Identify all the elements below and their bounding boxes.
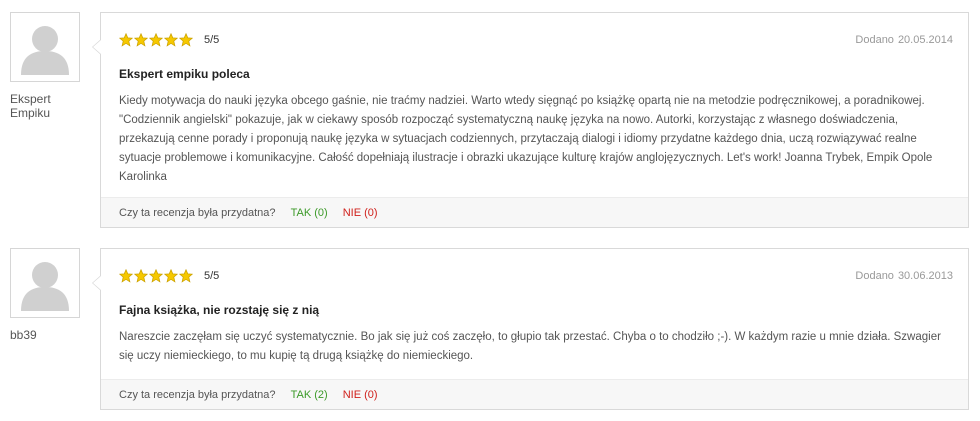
star-icon [134,269,148,283]
helpful-yes-link[interactable]: TAK (0) [291,207,328,219]
review-date: Dodano 30.06.2013 [855,269,953,283]
star-icon [164,269,178,283]
star-icon [149,269,163,283]
date-prefix: Dodano [855,34,894,46]
speech-arrow [92,275,101,291]
star-icon [164,33,178,47]
helpful-no-link[interactable]: NIE (0) [343,389,378,401]
date-prefix: Dodano [855,270,894,282]
star-rating [119,269,193,283]
speech-arrow [92,39,101,55]
helpful-question: Czy ta recenzja była przydatna? [119,207,276,219]
avatar [10,12,80,82]
review-helpful-bar: Czy ta recenzja była przydatna? TAK (0) … [101,197,968,227]
avatar [10,248,80,318]
review-date: Dodano 20.05.2014 [855,33,953,47]
review-title: Ekspert empiku poleca [119,67,250,81]
review-body: Nareszcie zaczęłam się uczyć systematycz… [119,331,941,362]
date-value: 20.05.2014 [897,34,953,46]
user-silhouette-icon [21,262,69,311]
star-icon [179,33,193,47]
review-box: 5/5 Dodano 30.06.2013 Fajna książka, nie … [92,248,969,410]
rating-value: 5/5 [204,34,220,46]
review-title: Fajna książka, nie rozstaję się z nią [119,303,320,317]
review-body: Kiedy motywacja do nauki języka obcego g… [119,95,933,183]
star-icon [149,33,163,47]
date-value: 30.06.2013 [897,270,953,282]
review-item: bb39 5/5 Dodano 30.06.2013 Fajna książka,… [0,246,980,411]
review-helpful-bar: Czy ta recenzja była przydatna? TAK (2) … [101,379,968,409]
rating-value: 5/5 [204,270,220,282]
review-author: bb39 [10,328,37,342]
user-silhouette-icon [21,26,69,75]
star-icon [134,33,148,47]
helpful-question: Czy ta recenzja była przydatna? [119,389,276,401]
helpful-no-link[interactable]: NIE (0) [343,207,378,219]
star-rating [119,33,193,47]
helpful-yes-link[interactable]: TAK (2) [291,389,328,401]
star-icon [119,269,133,283]
review-author: Ekspert Empiku [10,92,51,120]
star-icon [119,33,133,47]
review-item: Ekspert Empiku 5/5 Dodano 20.05.2014 Eksp… [0,10,980,230]
review-box: 5/5 Dodano 20.05.2014 Ekspert empiku pole… [92,12,969,228]
star-icon [179,269,193,283]
